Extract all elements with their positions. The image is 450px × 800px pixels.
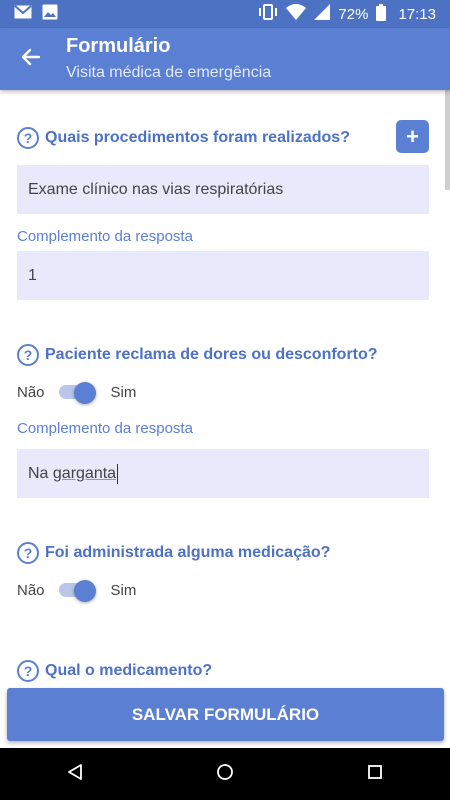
image-icon (42, 4, 58, 25)
save-form-button[interactable]: SALVAR FORMULÁRIO (7, 688, 444, 741)
complement-label: Complemento da resposta (17, 228, 193, 245)
procedure-answer-field[interactable]: Exame clínico nas vias respiratórias (17, 165, 429, 214)
toggle-off-label: Não (17, 383, 45, 401)
switch-thumb (73, 580, 96, 602)
question-text: Quais procedimentos foram realizados? (45, 129, 350, 146)
text-cursor (117, 463, 119, 484)
pain-complement-prefix: Na (28, 464, 53, 482)
question-pain: ? Paciente reclama de dores ou desconfor… (17, 344, 378, 366)
pain-toggle-switch[interactable] (58, 382, 97, 404)
arrow-left-icon (20, 48, 41, 71)
status-bar: 72% 17:13 (0, 0, 450, 28)
square-recents-icon (367, 764, 383, 785)
procedure-complement-input[interactable]: 1 (17, 251, 429, 300)
medication-toggle-row: Não Sim (17, 580, 137, 602)
medication-toggle-switch[interactable] (58, 580, 97, 602)
plus-icon: + (406, 123, 419, 149)
app-bar: Formulário Visita médica de emergência (0, 28, 450, 90)
complement-label: Complemento da resposta (17, 420, 193, 437)
pain-toggle-row: Não Sim (17, 382, 137, 404)
question-medicine-name: ? Qual o medicamento? (17, 660, 212, 682)
wifi-icon (286, 4, 307, 24)
question-text: Qual o medicamento? (45, 662, 213, 679)
triangle-back-icon (66, 763, 84, 786)
question-procedures: ? Quais procedimentos foram realizados? (17, 127, 350, 149)
battery-icon (376, 3, 387, 25)
form-content[interactable]: ? Quais procedimentos foram realizados? … (0, 90, 450, 688)
circle-home-icon (216, 763, 234, 786)
clock: 17:13 (398, 5, 436, 23)
help-icon[interactable]: ? (17, 127, 39, 149)
back-button[interactable] (14, 44, 46, 74)
question-medication: ? Foi administrada alguma medicação? (17, 542, 330, 564)
procedure-answer-value: Exame clínico nas vias respiratórias (28, 180, 284, 198)
help-icon[interactable]: ? (17, 344, 39, 366)
help-icon[interactable]: ? (17, 660, 39, 682)
vibrate-icon (258, 4, 278, 24)
gmail-icon (14, 4, 32, 24)
procedure-complement-value: 1 (28, 266, 37, 284)
nav-back-button[interactable] (55, 754, 95, 794)
nav-recents-button[interactable] (355, 754, 395, 794)
pain-complement-word: garganta (52, 464, 117, 482)
switch-thumb (73, 382, 96, 404)
page-subtitle: Visita médica de emergência (66, 64, 272, 81)
question-text: Paciente reclama de dores ou desconforto… (45, 346, 378, 363)
page-title: Formulário (66, 35, 171, 57)
pain-complement-input[interactable]: Na garganta (17, 449, 429, 498)
toggle-on-label: Sim (110, 581, 137, 599)
help-icon[interactable]: ? (17, 542, 39, 564)
toggle-on-label: Sim (110, 383, 137, 401)
signal-icon (314, 4, 331, 24)
nav-home-button[interactable] (205, 754, 245, 794)
toggle-off-label: Não (17, 581, 45, 599)
scrollbar[interactable] (445, 90, 450, 190)
add-procedure-button[interactable]: + (396, 120, 429, 153)
battery-text: 72% (338, 5, 369, 23)
navigation-bar (0, 748, 450, 800)
question-text: Foi administrada alguma medicação? (45, 544, 331, 561)
